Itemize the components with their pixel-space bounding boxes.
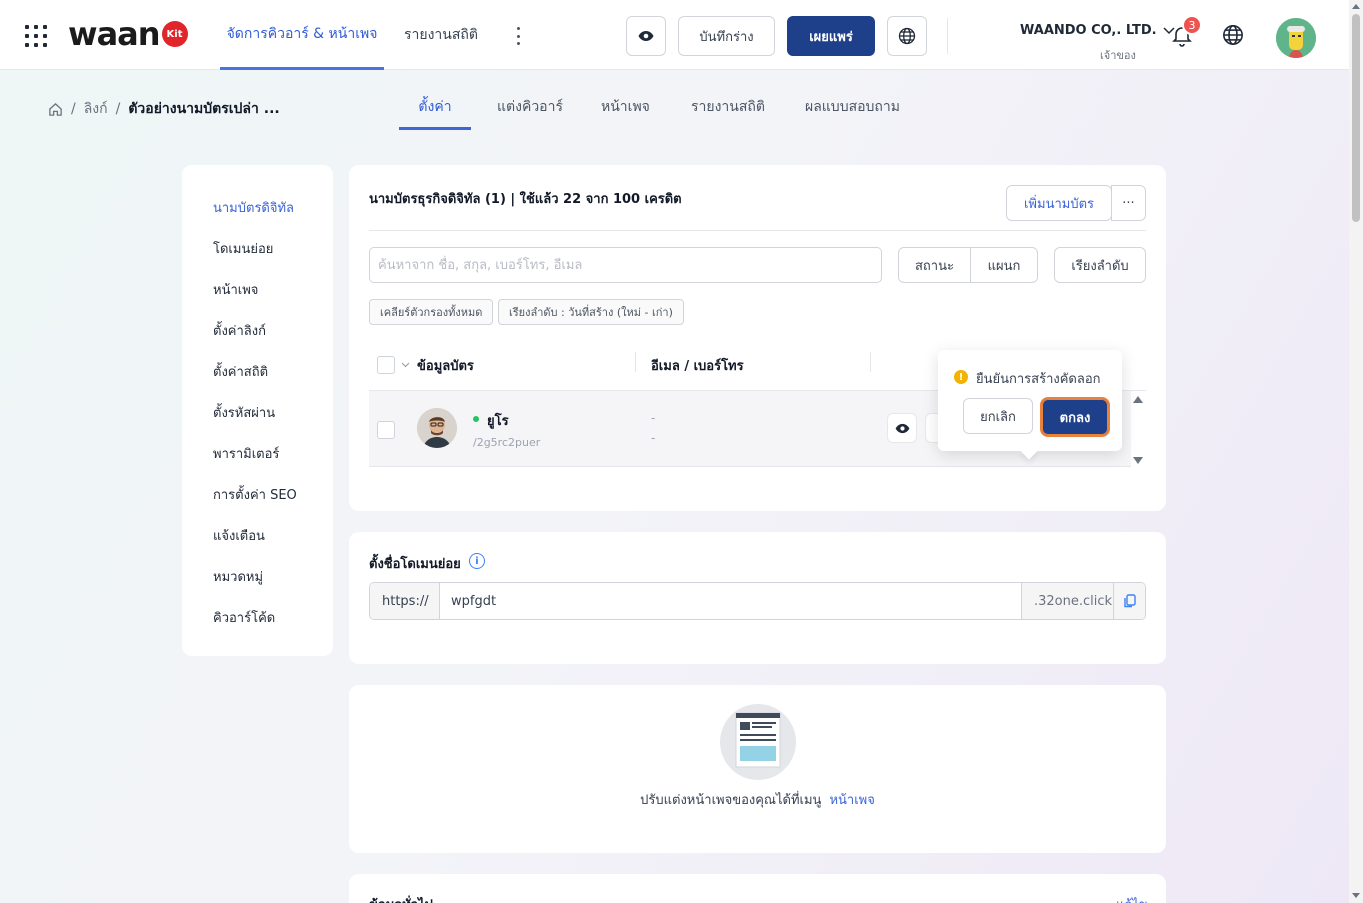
tab-survey-results[interactable]: ผลแบบสอบถาม [805,96,900,130]
breadcrumb-current: ตัวอย่างนามบัตรเปล่า ... [128,101,280,117]
page-scrollbar[interactable] [1349,0,1363,903]
logo[interactable]: waan Kit [68,15,188,53]
table-scroll-up-arrow[interactable] [1133,396,1143,403]
logo-text: waan [68,15,161,53]
card-email: - [651,411,656,425]
scroll-thumb[interactable] [1352,14,1360,222]
popover-message: ยืนยันการสร้างคัดลอก [976,372,1101,387]
sidebar-item-link-settings[interactable]: ตั้งค่าลิงก์ [213,320,266,341]
sidebar-item-qr-code[interactable]: คิวอาร์โค้ด [213,607,275,628]
sidebar-item-seo[interactable]: การตั้งค่า SEO [213,484,297,505]
sidebar-item-subdomain[interactable]: โดเมนย่อย [213,238,273,259]
tab-qr-style[interactable]: แต่งคิวอาร์ [497,96,563,130]
copy-button[interactable] [1113,583,1145,619]
more-vertical-icon[interactable] [510,24,526,48]
chevron-down-icon[interactable] [401,362,410,368]
filter-status-button[interactable]: สถานะ [898,247,971,283]
page-menu-link[interactable]: หน้าเพจ [829,793,874,808]
preview-button[interactable] [626,16,666,56]
subdomain-input-group: https:// wpfgdt .32one.click [369,582,1146,620]
divider [947,18,948,54]
tab-settings[interactable]: ตั้งค่า [399,96,471,130]
copy-icon [1124,594,1136,608]
scroll-down-arrow[interactable] [1352,893,1360,898]
card-name: ยูโร [487,414,509,429]
page-hint: ปรับแต่งหน้าเพจของคุณได้ที่เมนู หน้าเพจ [640,793,875,808]
sidebar-item-stat-settings[interactable]: ตั้งค่าสถิติ [213,361,268,382]
table-scroll-down-arrow[interactable] [1133,457,1143,464]
sidebar-item-digital-card[interactable]: นามบัตรดิจิทัล [213,197,294,218]
breadcrumb-link[interactable]: ลิงก์ [84,98,108,120]
globe-icon[interactable] [1222,24,1244,46]
select-all-checkbox[interactable] [377,356,395,374]
search-input[interactable] [369,247,882,283]
save-draft-button[interactable]: บันทึกร่าง [678,16,775,56]
more-options-button[interactable]: ··· [1111,185,1146,221]
online-status-dot [473,416,479,422]
column-email-phone: อีเมล / เบอร์โทร [651,359,744,374]
filter-department-button[interactable]: แผนก [970,247,1038,283]
top-bar: waan Kit จัดการคิวอาร์ & หน้าเพจ รายงานส… [0,0,1349,70]
sidebar-item-password[interactable]: ตั้งรหัสผ่าน [213,402,275,423]
cancel-button[interactable]: ยกเลิก [963,398,1033,434]
panel-title: นามบัตรธุรกิจดิจิทัล (1) | ใช้แล้ว 22 จา… [369,192,682,207]
card-slug: /2g5rc2puer [473,436,541,449]
page-panel: ปรับแต่งหน้าเพจของคุณได้ที่เมนู หน้าเพจ [349,685,1166,853]
digital-cards-panel: นามบัตรธุรกิจดิจิทัล (1) | ใช้แล้ว 22 จา… [349,165,1166,511]
sort-button[interactable]: เรียงลำดับ [1054,247,1146,283]
confirm-duplicate-popover: ! ยืนยันการสร้างคัดลอก ยกเลิก ตกลง [938,350,1122,451]
publish-button[interactable]: เผยแพร่ [787,16,875,56]
sidebar-item-page[interactable]: หน้าเพจ [213,279,258,300]
subdomain-panel: ตั้งชื่อโดเมนย่อย i https:// wpfgdt .32o… [349,532,1166,664]
edit-link[interactable]: แก้ไข [1116,894,1148,903]
sidebar-item-categories[interactable]: หมวดหมู่ [213,566,263,587]
general-info-title: ข้อมูลทั่วไป [369,894,433,903]
sort-chip[interactable]: เรียงลำดับ : วันที่สร้าง (ใหม่ - เก่า) [498,299,684,325]
column-card-info: ข้อมูลบัตร [417,359,474,374]
user-avatar[interactable] [1276,18,1316,58]
domain-suffix: .32one.click [1021,583,1113,619]
home-icon[interactable] [48,102,63,117]
url-prefix: https:// [370,583,440,619]
row-preview-button[interactable] [887,413,917,443]
add-card-button[interactable]: เพิ่มนามบัตร [1006,185,1112,221]
tab-statistics[interactable]: รายงานสถิติ [691,96,765,130]
apps-grid-icon[interactable] [25,25,47,47]
warning-icon: ! [954,370,968,384]
settings-sidebar: นามบัตรดิจิทัล โดเมนย่อย หน้าเพจ ตั้งค่า… [182,165,333,656]
info-icon[interactable]: i [469,553,485,569]
globe-icon [898,27,916,45]
general-info-panel: ข้อมูลทั่วไป แก้ไข [349,874,1166,903]
tab-page[interactable]: หน้าเพจ [601,96,650,130]
eye-icon [895,423,909,433]
scroll-up-arrow[interactable] [1352,4,1360,9]
subdomain-input[interactable]: wpfgdt [440,583,1021,619]
card-avatar [417,408,457,448]
breadcrumb: / ลิงก์ / ตัวอย่างนามบัตรเปล่า ... [48,98,280,120]
sidebar-item-parameters[interactable]: พารามิเตอร์ [213,443,279,464]
company-role: เจ้าของ [1100,49,1136,62]
eye-icon [638,31,654,41]
divider [369,230,1146,231]
nav-tab-qr-page[interactable]: จัดการคิวอาร์ & หน้าเพจ [220,0,384,70]
column-divider [635,352,636,372]
language-button[interactable] [887,16,927,56]
card-phone: - [651,431,656,445]
company-switcher[interactable]: WAANDO CO,. LTD. [1020,23,1175,38]
subdomain-title: ตั้งชื่อโดเมนย่อย [369,557,461,572]
row-checkbox[interactable] [377,421,395,439]
logo-badge: Kit [161,21,188,47]
page-illustration-icon [720,704,796,780]
notification-badge: 3 [1182,15,1202,35]
column-divider [870,352,871,372]
sidebar-item-notifications[interactable]: แจ้งเตือน [213,525,265,546]
clear-filters-chip[interactable]: เคลียร์ตัวกรองทั้งหมด [369,299,494,325]
confirm-button[interactable]: ตกลง [1040,397,1110,437]
nav-tab-statistics[interactable]: รายงานสถิติ [404,0,478,70]
